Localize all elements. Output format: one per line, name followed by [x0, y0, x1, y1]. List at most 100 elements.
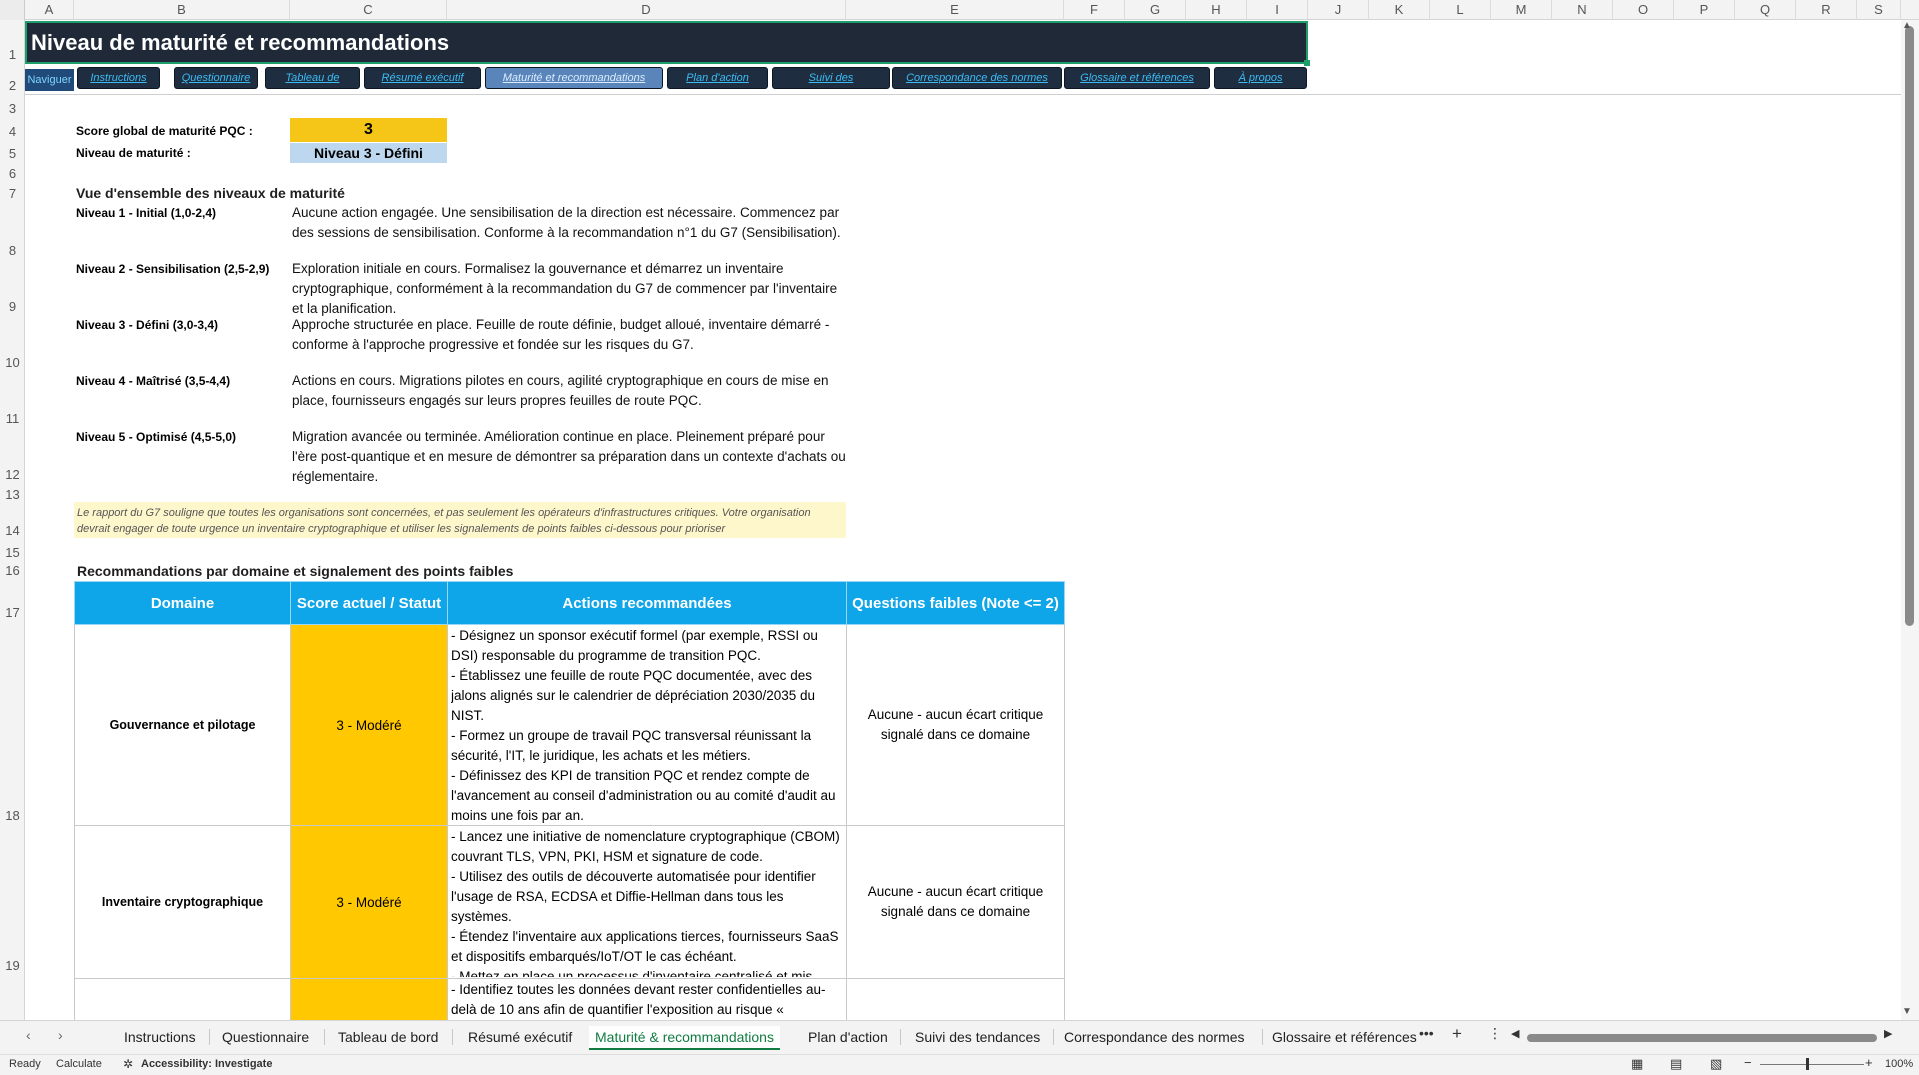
zoom-in-icon[interactable]: + — [1865, 1055, 1873, 1070]
page-break-preview-icon[interactable]: ▧ — [1710, 1056, 1722, 1072]
nav-button-questionnaire[interactable]: Questionnaire — [174, 67, 258, 89]
horizontal-scroll-thumb[interactable] — [1527, 1034, 1877, 1042]
row-header-13[interactable]: 13 — [0, 487, 25, 502]
level-2-name: Niveau 2 - Sensibilisation (2,5-2,9) — [76, 262, 270, 276]
status-accessibility[interactable]: Accessibility: Investigate — [141, 1058, 272, 1070]
row-header-12[interactable]: 12 — [0, 467, 25, 482]
row-header-14[interactable]: 14 — [0, 523, 25, 538]
row-header-5[interactable]: 5 — [0, 146, 25, 161]
nav-button-tableau-de-bord[interactable]: Tableau de — [265, 67, 360, 89]
more-tabs-icon[interactable]: ••• — [1419, 1025, 1434, 1041]
nav-button-plan-action[interactable]: Plan d'action — [667, 67, 768, 89]
row-header-11[interactable]: 11 — [0, 411, 25, 426]
tab-scroll-right-icon[interactable]: › — [58, 1027, 63, 1043]
sheet-tab-questionnaire[interactable]: Questionnaire — [216, 1026, 315, 1048]
column-header-q[interactable]: Q — [1735, 0, 1796, 20]
vertical-scroll-thumb[interactable] — [1905, 26, 1914, 626]
nav-button-instructions[interactable]: Instructions — [77, 67, 160, 89]
scroll-down-icon[interactable]: ▼ — [1902, 1006, 1912, 1017]
column-header-a[interactable]: A — [25, 0, 74, 20]
header-actions[interactable]: Actions recommandées — [447, 581, 847, 625]
page-title[interactable]: Niveau de maturité et recommandations — [25, 21, 1308, 64]
column-header-o[interactable]: O — [1613, 0, 1674, 20]
row-header-6[interactable]: 6 — [0, 166, 25, 181]
header-domaine[interactable]: Domaine — [74, 581, 291, 625]
sheet-tab-maturite[interactable]: Maturité & recommandations — [589, 1026, 780, 1050]
row-header-3[interactable]: 3 — [0, 101, 25, 116]
select-all-corner[interactable] — [0, 0, 25, 20]
status-calculate[interactable]: Calculate — [56, 1058, 102, 1070]
g7-note: Le rapport du G7 souligne que toutes les… — [74, 502, 846, 538]
hscroll-left-icon[interactable]: ◀ — [1511, 1027, 1519, 1040]
sheet-tab-suivi-tendances[interactable]: Suivi des tendances — [909, 1026, 1046, 1048]
row-header-15[interactable]: 15 — [0, 545, 25, 560]
domain-cell[interactable]: Gouvernance et pilotage — [74, 624, 291, 826]
zoom-slider-thumb[interactable] — [1806, 1058, 1809, 1070]
weak-questions-cell[interactable]: Aucune - aucun écart critique signalé da… — [846, 624, 1065, 826]
zoom-out-icon[interactable]: − — [1744, 1055, 1752, 1070]
nav-button-resume-executif[interactable]: Résumé exécutif — [364, 67, 481, 89]
sheet-tab-instructions[interactable]: Instructions — [118, 1026, 202, 1048]
row-header-16[interactable]: 16 — [0, 563, 25, 578]
sheet-tab-resume-executif[interactable]: Résumé exécutif — [462, 1026, 578, 1048]
scroll-up-icon[interactable]: ▲ — [1902, 20, 1912, 31]
row-header-9[interactable]: 9 — [0, 299, 25, 314]
header-score[interactable]: Score actuel / Statut — [290, 581, 448, 625]
column-header-m[interactable]: M — [1491, 0, 1552, 20]
sheet-tab-plan-action[interactable]: Plan d'action — [802, 1026, 894, 1048]
sheet-tab-glossaire[interactable]: Glossaire et références — [1266, 1026, 1423, 1048]
score-value[interactable]: 3 — [290, 118, 447, 142]
column-header-r[interactable]: R — [1796, 0, 1857, 20]
page-layout-icon[interactable]: ▤ — [1670, 1056, 1682, 1072]
hscroll-right-icon[interactable]: ▶ — [1884, 1027, 1892, 1040]
row-header-17[interactable]: 17 — [0, 605, 25, 620]
column-header-h[interactable]: H — [1186, 0, 1247, 20]
zoom-level[interactable]: 100% — [1885, 1058, 1913, 1070]
column-header-l[interactable]: L — [1430, 0, 1491, 20]
tab-scroll-left-icon[interactable]: ‹ — [26, 1027, 31, 1043]
tab-separator — [900, 1029, 901, 1045]
nav-button-suivi[interactable]: Suivi des — [772, 67, 890, 89]
sheet-tab-tableau-de-bord[interactable]: Tableau de bord — [332, 1026, 444, 1048]
row-header-19[interactable]: 19 — [0, 958, 25, 973]
actions-cell[interactable]: - Lancez une initiative de nomenclature … — [447, 825, 847, 979]
column-header-b[interactable]: B — [74, 0, 290, 20]
row-header-7[interactable]: 7 — [0, 186, 25, 201]
nav-button-maturite[interactable]: Maturité et recommandations — [485, 67, 663, 89]
fill-handle[interactable] — [1304, 60, 1310, 66]
domain-cell[interactable]: Inventaire cryptographique — [74, 825, 291, 979]
status-cell[interactable]: 3 - Modéré — [290, 825, 448, 979]
row-header-2[interactable]: 2 — [0, 78, 25, 93]
nav-button-glossaire[interactable]: Glossaire et références — [1064, 67, 1210, 89]
status-cell[interactable]: 3 - Modéré — [290, 624, 448, 826]
status-ready: Ready — [9, 1058, 41, 1070]
column-header-n[interactable]: N — [1552, 0, 1613, 20]
normal-view-icon[interactable]: ▦ — [1631, 1056, 1643, 1072]
column-header-c[interactable]: C — [290, 0, 447, 20]
row-header-4[interactable]: 4 — [0, 124, 25, 139]
nav-button-a-propos[interactable]: À propos — [1214, 67, 1307, 89]
nav-button-correspondance[interactable]: Correspondance des normes — [892, 67, 1062, 89]
column-header-k[interactable]: K — [1369, 0, 1430, 20]
row-header-18[interactable]: 18 — [0, 808, 25, 823]
row-header-10[interactable]: 10 — [0, 355, 25, 370]
column-header-g[interactable]: G — [1125, 0, 1186, 20]
sheet-tab-correspondance[interactable]: Correspondance des normes — [1058, 1026, 1251, 1048]
column-header-p[interactable]: P — [1674, 0, 1735, 20]
actions-cell[interactable]: - Désignez un sponsor exécutif formel (p… — [447, 624, 847, 826]
column-header-i[interactable]: I — [1247, 0, 1308, 20]
level-value[interactable]: Niveau 3 - Défini — [290, 143, 447, 163]
column-header-j[interactable]: J — [1308, 0, 1369, 20]
column-header-d[interactable]: D — [447, 0, 846, 20]
sheet-options-icon[interactable]: ⋮ — [1488, 1025, 1502, 1042]
header-weak-questions[interactable]: Questions faibles (Note <= 2) — [846, 581, 1065, 625]
row-header-1[interactable]: 1 — [0, 47, 25, 62]
column-header-e[interactable]: E — [846, 0, 1064, 20]
action-item: - Identifiez toutes les données devant r… — [451, 982, 826, 1017]
weak-questions-cell[interactable]: Aucune - aucun écart critique signalé da… — [846, 825, 1065, 979]
column-header-s[interactable]: S — [1857, 0, 1901, 20]
add-sheet-icon[interactable]: + — [1452, 1024, 1462, 1044]
row-header-8[interactable]: 8 — [0, 243, 25, 258]
column-header-f[interactable]: F — [1064, 0, 1125, 20]
zoom-slider[interactable] — [1760, 1064, 1864, 1065]
